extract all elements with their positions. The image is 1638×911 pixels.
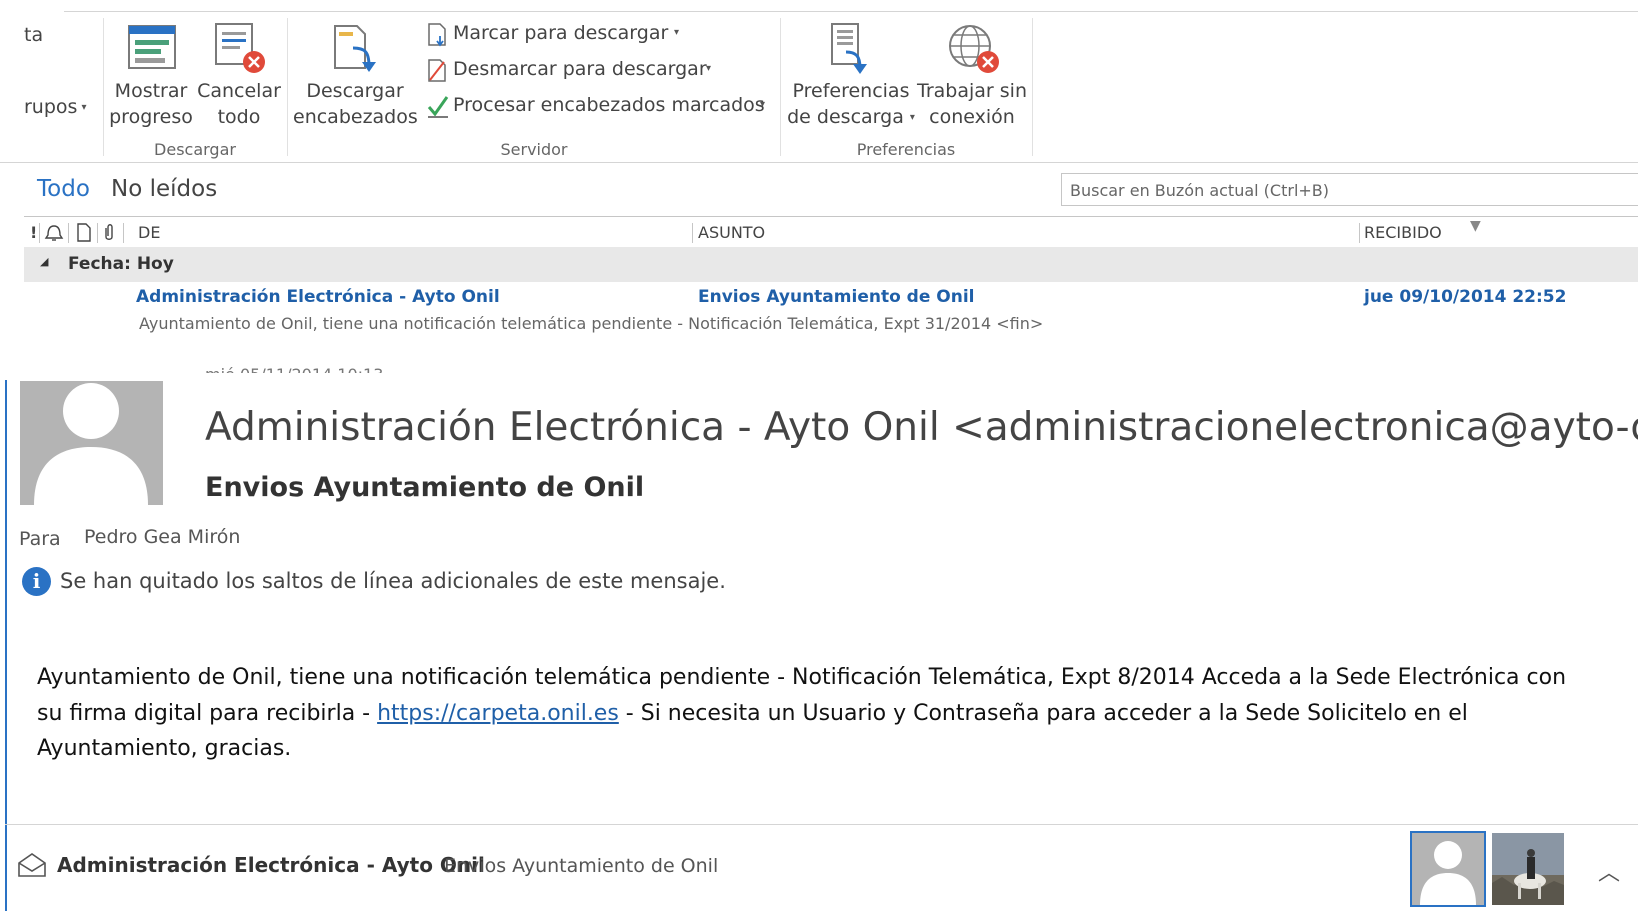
info-icon[interactable]: i (22, 567, 51, 596)
date-group-header[interactable]: ◢ Fecha: Hoy (24, 247, 1638, 282)
group-separator (1032, 18, 1033, 156)
unmark-download-icon (428, 59, 446, 82)
message-preview: Ayuntamiento de Onil, tiene una notifica… (139, 314, 1044, 333)
mark-to-download-label: Marcar para descargar (453, 22, 669, 44)
document-icon[interactable] (76, 223, 92, 243)
globe-offline-icon (949, 25, 999, 73)
show-progress-line2: progreso (109, 106, 193, 128)
column-separator (123, 223, 124, 243)
column-separator (68, 223, 69, 243)
ribbon-top-border (64, 11, 1638, 12)
person-placeholder-icon (1420, 841, 1476, 905)
to-recipient[interactable]: Pedro Gea Mirón (84, 526, 240, 548)
contact-avatar-placeholder[interactable] (1410, 831, 1486, 907)
importance-icon[interactable]: ! (30, 223, 37, 242)
people-pane-sender[interactable]: Administración Electrónica - Ayto Onil (57, 853, 485, 877)
group-label-servidor: Servidor (500, 140, 568, 159)
message-list-header: ! DE ASUNTO RECIBIDO ▼ (24, 216, 1638, 248)
work-offline-line1: Trabajar sin (917, 80, 1027, 102)
chevron-down-icon: ▾ (81, 102, 87, 113)
checkmark-icon (427, 96, 449, 118)
reading-pane (5, 380, 1638, 911)
search-placeholder: Buscar en Buzón actual (Ctrl+B) (1070, 181, 1330, 200)
cancel-all-line1: Cancelar (197, 80, 281, 102)
sort-descending-icon[interactable]: ▼ (1470, 218, 1481, 234)
reading-subject: Envios Ayuntamiento de Onil (205, 472, 645, 503)
filter-unread[interactable]: No leídos (111, 176, 217, 202)
group-label-preferencias: Preferencias (856, 140, 956, 159)
group-separator (103, 18, 104, 156)
download-preferences-line2-text: de descarga (787, 106, 904, 128)
message-date: jue 09/10/2014 22:52 (1364, 287, 1567, 307)
download-headers-button[interactable]: Descargar encabezados (293, 20, 418, 135)
ribbon-partial-label-top: ta (24, 24, 44, 46)
download-headers-line1: Descargar (306, 80, 404, 102)
envelope-icon (18, 853, 46, 877)
reading-date-clipped: mié 05/11/2014 10:13 (205, 365, 383, 373)
search-input[interactable]: Buscar en Buzón actual (Ctrl+B) (1061, 173, 1638, 206)
cancel-all-button[interactable]: Cancelar todo (196, 20, 282, 135)
progress-window-icon (128, 25, 176, 69)
person-placeholder-icon (34, 383, 148, 505)
download-preferences-icon (831, 23, 867, 74)
rider-photo-icon (1492, 833, 1564, 905)
filter-all[interactable]: Todo (37, 176, 90, 202)
groups-dropdown[interactable]: rupos ▾ (24, 96, 86, 118)
date-group-label: Fecha: Hoy (68, 254, 174, 274)
reading-sender: Administración Electrónica - Ayto Onil <… (205, 405, 1638, 450)
column-separator (1359, 223, 1360, 243)
contact-avatar-photo[interactable] (1492, 833, 1564, 905)
reminder-bell-icon[interactable] (44, 223, 64, 243)
sender-avatar (20, 381, 163, 505)
info-bar-text[interactable]: Se han quitado los saltos de línea adici… (60, 569, 726, 593)
chevron-down-icon: ▾ (760, 99, 766, 110)
work-offline-button[interactable]: Trabajar sin conexión (916, 20, 1028, 135)
to-label: Para (19, 528, 61, 550)
attachment-paperclip-icon[interactable] (102, 223, 116, 243)
download-headers-line2: encabezados (293, 106, 418, 128)
column-header-subject[interactable]: ASUNTO (698, 223, 765, 242)
people-pane-divider (5, 824, 1638, 825)
groups-dropdown-label: rupos (24, 96, 78, 118)
group-label-descargar: Descargar (154, 140, 236, 159)
column-separator (692, 223, 693, 243)
chevron-up-icon[interactable]: ︿ (1598, 855, 1620, 887)
download-preferences-line2: de descarga ▾ (786, 104, 916, 131)
show-progress-button[interactable]: Mostrar progreso (107, 20, 195, 135)
ribbon: ta rupos ▾ Mostrar progreso Cancelar tod… (0, 0, 1638, 163)
show-progress-line1: Mostrar (114, 80, 188, 102)
download-preferences-line1: Preferencias (792, 80, 910, 102)
column-header-from[interactable]: DE (138, 223, 160, 242)
column-header-received[interactable]: RECIBIDO (1364, 223, 1442, 242)
group-separator (287, 18, 288, 156)
cancel-download-icon (215, 23, 265, 73)
column-separator (39, 223, 40, 243)
unmark-to-download-label: Desmarcar para descargar (453, 58, 707, 80)
chevron-down-icon: ▾ (674, 27, 680, 38)
mark-download-icon (428, 23, 446, 47)
message-from: Administración Electrónica - Ayto Onil (136, 287, 500, 307)
collapse-triangle-icon[interactable]: ◢ (40, 255, 48, 268)
chevron-down-icon: ▾ (706, 63, 712, 74)
column-separator (97, 223, 98, 243)
people-pane-subject: Envios Ayuntamiento de Onil (444, 855, 719, 877)
cancel-all-line2: todo (217, 106, 261, 128)
message-subject: Envios Ayuntamiento de Onil (698, 287, 975, 307)
group-separator (780, 18, 781, 156)
download-headers-icon (334, 25, 376, 72)
process-marked-headers-label: Procesar encabezados marcados (453, 94, 765, 116)
chevron-down-icon: ▾ (909, 111, 915, 123)
body-link[interactable]: https://carpeta.onil.es (377, 701, 619, 726)
download-preferences-button[interactable]: Preferencias de descarga ▾ (786, 20, 916, 135)
message-body: Ayuntamiento de Onil, tiene una notifica… (37, 660, 1597, 767)
work-offline-line2: conexión (929, 106, 1015, 128)
